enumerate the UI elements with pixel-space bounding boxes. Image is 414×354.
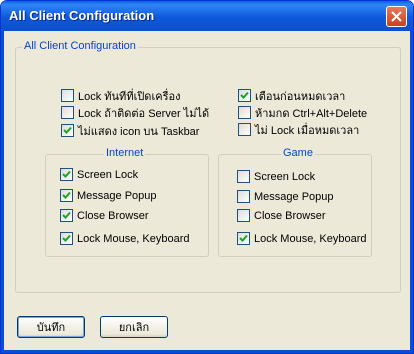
check-icon (62, 170, 71, 178)
checkbox[interactable] (61, 89, 74, 102)
main-group-title: All Client Configuration (22, 40, 138, 52)
option-block-ctrl-alt-del[interactable]: ห้ามกด Ctrl+Alt+Delete (238, 105, 367, 120)
option-label: Close Browser (254, 209, 326, 222)
checkbox-checked[interactable] (60, 232, 73, 245)
option-label: เตือนก่อนหมดเวลา (255, 90, 346, 103)
window-border-bottom (1, 350, 413, 353)
close-button[interactable] (386, 6, 407, 27)
check-icon (62, 191, 71, 199)
option-label: Close Browser (77, 209, 149, 222)
game-screen-lock[interactable]: Screen Lock (237, 169, 315, 184)
internet-screen-lock[interactable]: Screen Lock (60, 167, 138, 182)
cancel-button[interactable]: ยกเลิก (100, 316, 168, 338)
game-message-popup[interactable]: Message Popup (237, 189, 334, 204)
option-lock-on-boot[interactable]: Lock ทันทีที่เปิดเครื่อง (61, 88, 180, 103)
check-icon (239, 234, 248, 242)
checkbox[interactable] (238, 106, 251, 119)
window-title: All Client Configuration (9, 8, 155, 23)
check-icon (62, 234, 71, 242)
checkbox-checked[interactable] (238, 89, 251, 102)
internet-close-browser[interactable]: Close Browser (60, 208, 149, 223)
option-label: Screen Lock (254, 170, 316, 183)
option-label: ห้ามกด Ctrl+Alt+Delete (255, 107, 368, 120)
option-lock-no-server[interactable]: Lock ถ้าติดต่อ Server ไม่ได้ (61, 105, 209, 120)
option-label: ไม่แสดง icon บน Taskbar (78, 125, 200, 138)
checkbox[interactable] (237, 170, 250, 183)
internet-lock-mouse-keyboard[interactable]: Lock Mouse, Keyboard (60, 231, 190, 246)
checkbox-checked[interactable] (61, 124, 74, 137)
check-icon (63, 126, 72, 134)
option-warn-before-timeout[interactable]: เตือนก่อนหมดเวลา (238, 88, 345, 103)
game-lock-mouse-keyboard[interactable]: Lock Mouse, Keyboard (237, 231, 367, 246)
window-border-left (1, 31, 4, 353)
title-bar[interactable]: All Client Configuration (1, 1, 413, 31)
game-close-browser[interactable]: Close Browser (237, 208, 326, 223)
check-icon (62, 211, 71, 219)
checkbox[interactable] (61, 106, 74, 119)
internet-message-popup[interactable]: Message Popup (60, 188, 157, 203)
checkbox[interactable] (237, 209, 250, 222)
game-group-title: Game (281, 147, 315, 159)
config-window: All Client Configuration All Client Conf… (0, 0, 414, 354)
option-label: Screen Lock (77, 168, 139, 181)
option-label: ไม่ Lock เมื่อหมดเวลา (255, 124, 360, 137)
option-label: Lock Mouse, Keyboard (77, 232, 190, 245)
option-hide-taskbar-icon[interactable]: ไม่แสดง icon บน Taskbar (61, 123, 199, 138)
checkbox[interactable] (238, 123, 251, 136)
option-label: Lock ทันทีที่เปิดเครื่อง (78, 90, 181, 103)
checkbox-checked[interactable] (60, 209, 73, 222)
checkbox-checked[interactable] (60, 189, 73, 202)
option-label: Lock Mouse, Keyboard (254, 232, 367, 245)
close-icon (391, 11, 402, 22)
save-button[interactable]: บันทึก (17, 316, 85, 338)
checkbox-checked[interactable] (60, 168, 73, 181)
checkbox-checked[interactable] (237, 232, 250, 245)
internet-group-title: Internet (104, 147, 146, 159)
option-label: Message Popup (77, 189, 157, 202)
option-label: Lock ถ้าติดต่อ Server ไม่ได้ (78, 107, 210, 120)
check-icon (240, 91, 249, 99)
checkbox[interactable] (237, 190, 250, 203)
option-label: Message Popup (254, 190, 334, 203)
window-border-right (410, 31, 413, 353)
option-no-lock-on-timeout[interactable]: ไม่ Lock เมื่อหมดเวลา (238, 122, 359, 137)
